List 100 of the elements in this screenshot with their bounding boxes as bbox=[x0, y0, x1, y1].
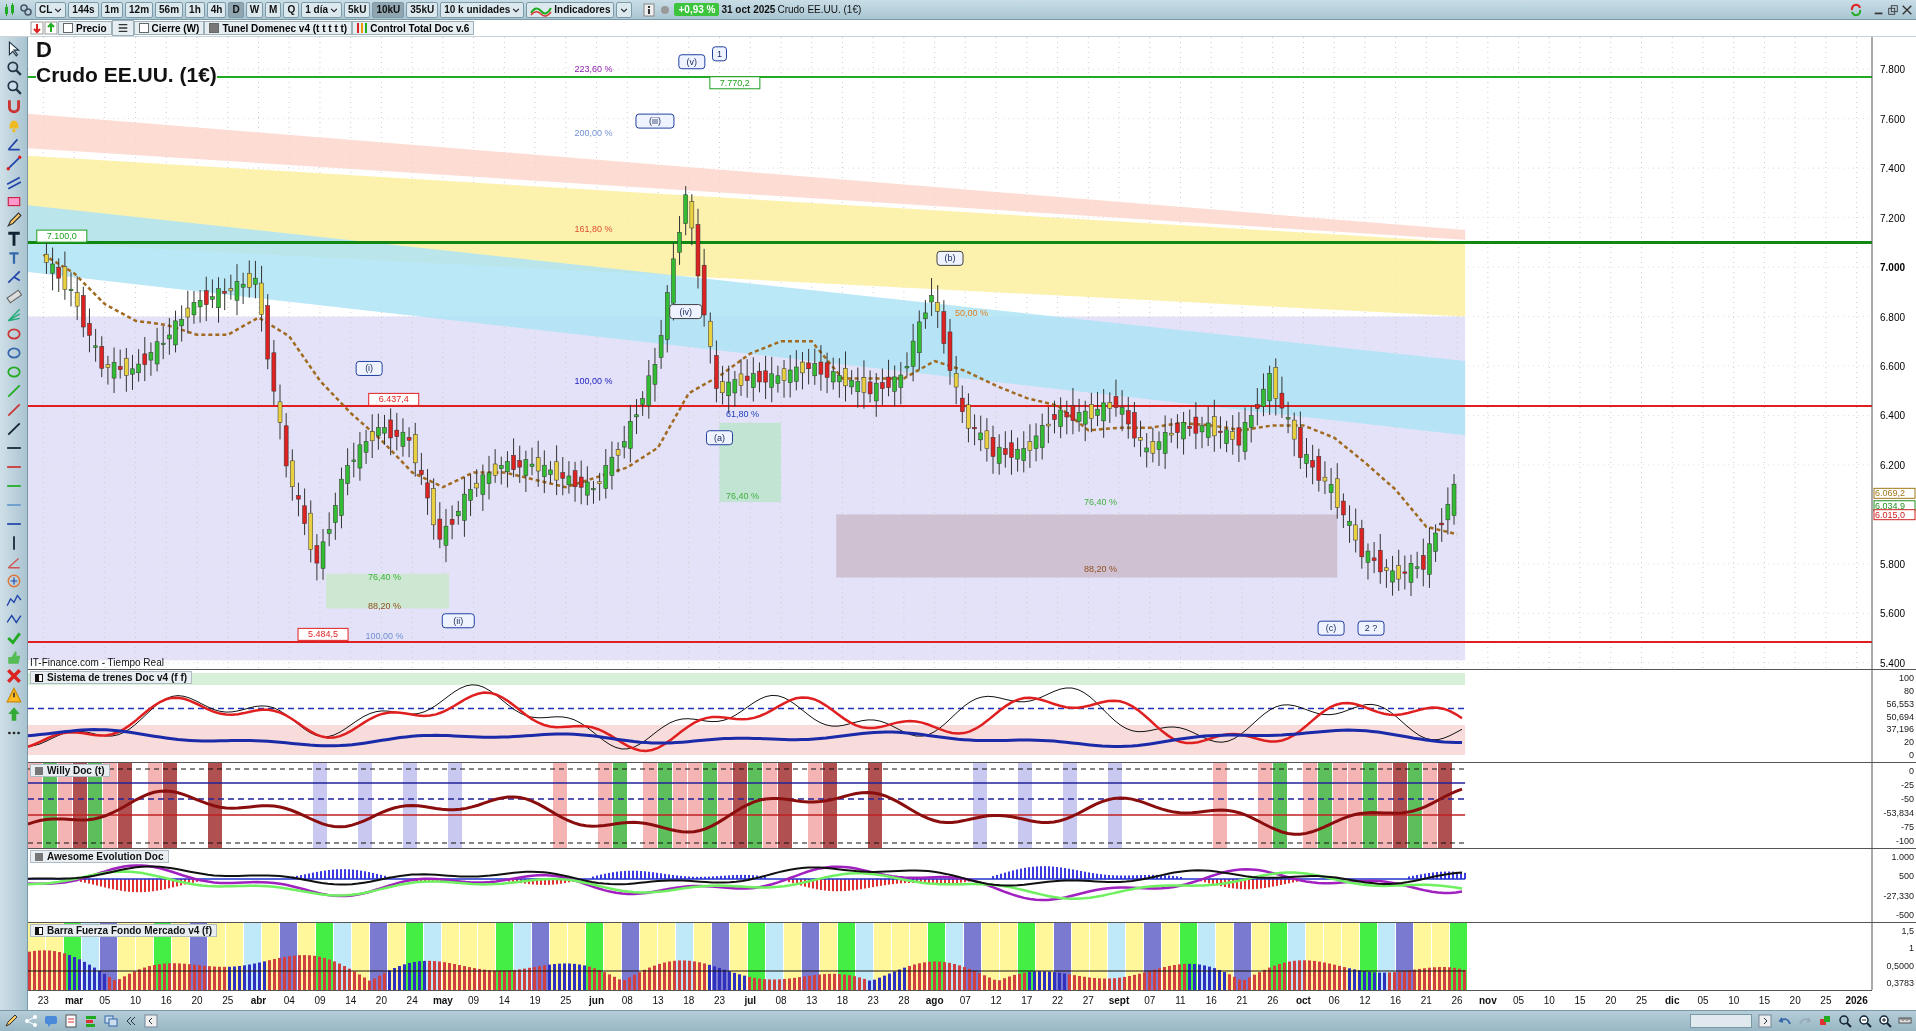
date-axis-label: 13 bbox=[651, 994, 665, 1008]
date-axis-label: 25 bbox=[559, 994, 573, 1008]
date-axis-label: may bbox=[431, 994, 454, 1008]
text-icon[interactable] bbox=[5, 231, 22, 247]
timeframe-button[interactable]: 4h bbox=[206, 1, 227, 18]
price-axis-label: 5.400 bbox=[1880, 657, 1906, 669]
data-source-label: IT-Finance.com - Tiempo Real bbox=[30, 657, 164, 668]
interval-dropdown[interactable]: 1 día bbox=[301, 1, 343, 18]
timeframe-button[interactable]: 12m bbox=[125, 1, 154, 18]
units-button[interactable]: 10kU bbox=[372, 1, 405, 18]
checkbox[interactable] bbox=[63, 23, 73, 33]
axis-label: -75 bbox=[1901, 822, 1914, 832]
line-tool-icon[interactable] bbox=[5, 155, 22, 171]
caret-icon bbox=[330, 5, 339, 14]
timeframe-button[interactable]: 1m bbox=[100, 1, 124, 18]
refresh-icon[interactable] bbox=[1849, 2, 1863, 17]
axis-label: -27,330 bbox=[1883, 890, 1914, 901]
date-axis-label: 05 bbox=[1696, 994, 1710, 1008]
list-icon[interactable] bbox=[116, 22, 129, 34]
wave-label: (i) bbox=[355, 360, 383, 376]
zoom-in-icon[interactable] bbox=[1878, 1014, 1892, 1028]
pencil-icon[interactable] bbox=[5, 212, 22, 228]
fib-level-label: 76,40 % bbox=[726, 490, 760, 501]
close-icon[interactable] bbox=[1901, 3, 1913, 16]
date-axis-label: 2026 bbox=[1844, 994, 1869, 1008]
indicators-button[interactable]: Indicadores bbox=[526, 1, 615, 18]
timeframe-button[interactable]: M bbox=[265, 1, 282, 18]
ellipse-icon[interactable] bbox=[5, 345, 22, 361]
crosshair-icon[interactable] bbox=[5, 573, 22, 589]
magnet-icon[interactable] bbox=[5, 98, 22, 114]
wave-count-icon[interactable] bbox=[5, 592, 22, 608]
dropdown-button[interactable] bbox=[616, 1, 633, 18]
price-axis-label: 6.400 bbox=[1880, 410, 1906, 422]
zoom-out-icon[interactable] bbox=[1858, 1014, 1872, 1028]
date-axis-label: 10 bbox=[1542, 994, 1556, 1008]
timeframe-button[interactable]: D bbox=[228, 1, 244, 18]
date-axis-label: 13 bbox=[805, 994, 819, 1008]
pencil-icon[interactable] bbox=[4, 1014, 18, 1028]
double-chevron-icon[interactable] bbox=[124, 1014, 138, 1028]
date-axis-label: ago bbox=[924, 994, 945, 1008]
units-button[interactable]: 5kU bbox=[344, 1, 371, 18]
indicator-title[interactable]: Barra Fuerza Fondo Mercado v4 (f) bbox=[30, 924, 218, 937]
scroll-right-icon[interactable] bbox=[1758, 1014, 1772, 1028]
price-axis-label: 5.800 bbox=[1880, 558, 1906, 570]
indicator-title[interactable]: Willy Doc (t) bbox=[30, 764, 110, 777]
restore-icon[interactable] bbox=[1887, 3, 1899, 16]
windows-icon[interactable] bbox=[104, 1014, 118, 1028]
units-dropdown[interactable]: 10 k unidades bbox=[440, 1, 525, 18]
date-axis-label: nov bbox=[1477, 994, 1498, 1008]
link-icon[interactable] bbox=[19, 2, 33, 17]
instrument-name: Crudo EE.UU. (1€) bbox=[777, 4, 862, 15]
zoom-fit-icon[interactable] bbox=[1838, 1014, 1852, 1028]
checkbox[interactable] bbox=[138, 23, 149, 33]
scrollbar-thumb[interactable] bbox=[1690, 1014, 1752, 1028]
indicator-title[interactable]: Awesome Evolution Doc bbox=[30, 850, 169, 863]
info-icon[interactable] bbox=[642, 2, 657, 17]
wave-label: 1 bbox=[712, 46, 727, 62]
date-axis-label: sept bbox=[1107, 994, 1131, 1008]
checkmark-icon[interactable] bbox=[5, 630, 22, 646]
units-button[interactable]: 35kU bbox=[406, 1, 439, 18]
angle-icon[interactable] bbox=[5, 136, 22, 152]
date-axis-label: 21 bbox=[1235, 994, 1249, 1008]
date-axis-label: 19 bbox=[528, 994, 542, 1008]
date-axis-label: 12 bbox=[1358, 994, 1372, 1008]
date-axis-label: 14 bbox=[497, 994, 511, 1008]
thumbs-up-icon[interactable] bbox=[5, 649, 22, 665]
date-axis-label: 16 bbox=[1389, 994, 1403, 1008]
puzzle-icon[interactable] bbox=[1818, 1014, 1832, 1028]
zoom-icon[interactable] bbox=[5, 79, 22, 95]
price-axis-label: 5.600 bbox=[1880, 608, 1906, 620]
line-tool-icon[interactable] bbox=[5, 421, 22, 437]
bars-icon[interactable] bbox=[84, 1014, 98, 1028]
down-arrow-icon[interactable] bbox=[30, 21, 44, 35]
legend-item[interactable]: Control Total Doc v.6 bbox=[352, 21, 475, 35]
zoom-icon[interactable] bbox=[5, 60, 22, 76]
price-label: 5.484,5 bbox=[297, 627, 349, 641]
warning-icon[interactable] bbox=[5, 687, 22, 703]
symbol-dropdown[interactable]: CL bbox=[35, 1, 67, 18]
price-axis-label: 6.800 bbox=[1880, 311, 1906, 323]
fib-level-label: 100,00 % bbox=[574, 375, 613, 386]
checkbox[interactable] bbox=[209, 23, 220, 33]
scroll-left-icon[interactable] bbox=[144, 1014, 158, 1028]
timeframe-button[interactable]: 1h bbox=[185, 1, 205, 18]
legend-item[interactable]: Precio bbox=[58, 21, 112, 35]
legend-item[interactable]: Cierre (W) bbox=[133, 21, 205, 35]
legend-item[interactable]: Tunel Domenec v4 (t t t t t) bbox=[204, 21, 353, 35]
fib-level-label: 200,00 % bbox=[574, 128, 613, 139]
timeframe-button[interactable]: 56m bbox=[155, 1, 184, 18]
indicator-title[interactable]: Sistema de trenes Doc v4 (f f) bbox=[30, 671, 193, 684]
timeframe-button[interactable]: W bbox=[245, 1, 264, 18]
timeframe-button[interactable]: Q bbox=[283, 1, 300, 18]
ellipse-icon[interactable] bbox=[5, 326, 22, 342]
document-icon[interactable] bbox=[64, 1014, 78, 1028]
fib-level-label: 223,60 % bbox=[574, 64, 613, 75]
timeframe-label: D bbox=[36, 37, 53, 63]
axis-label: 56,553 bbox=[1886, 698, 1914, 709]
fork-icon[interactable] bbox=[5, 269, 22, 285]
up-arrow-icon[interactable] bbox=[44, 21, 58, 35]
channel-icon[interactable] bbox=[5, 174, 22, 190]
timeframe-button[interactable]: 144s bbox=[68, 1, 99, 18]
